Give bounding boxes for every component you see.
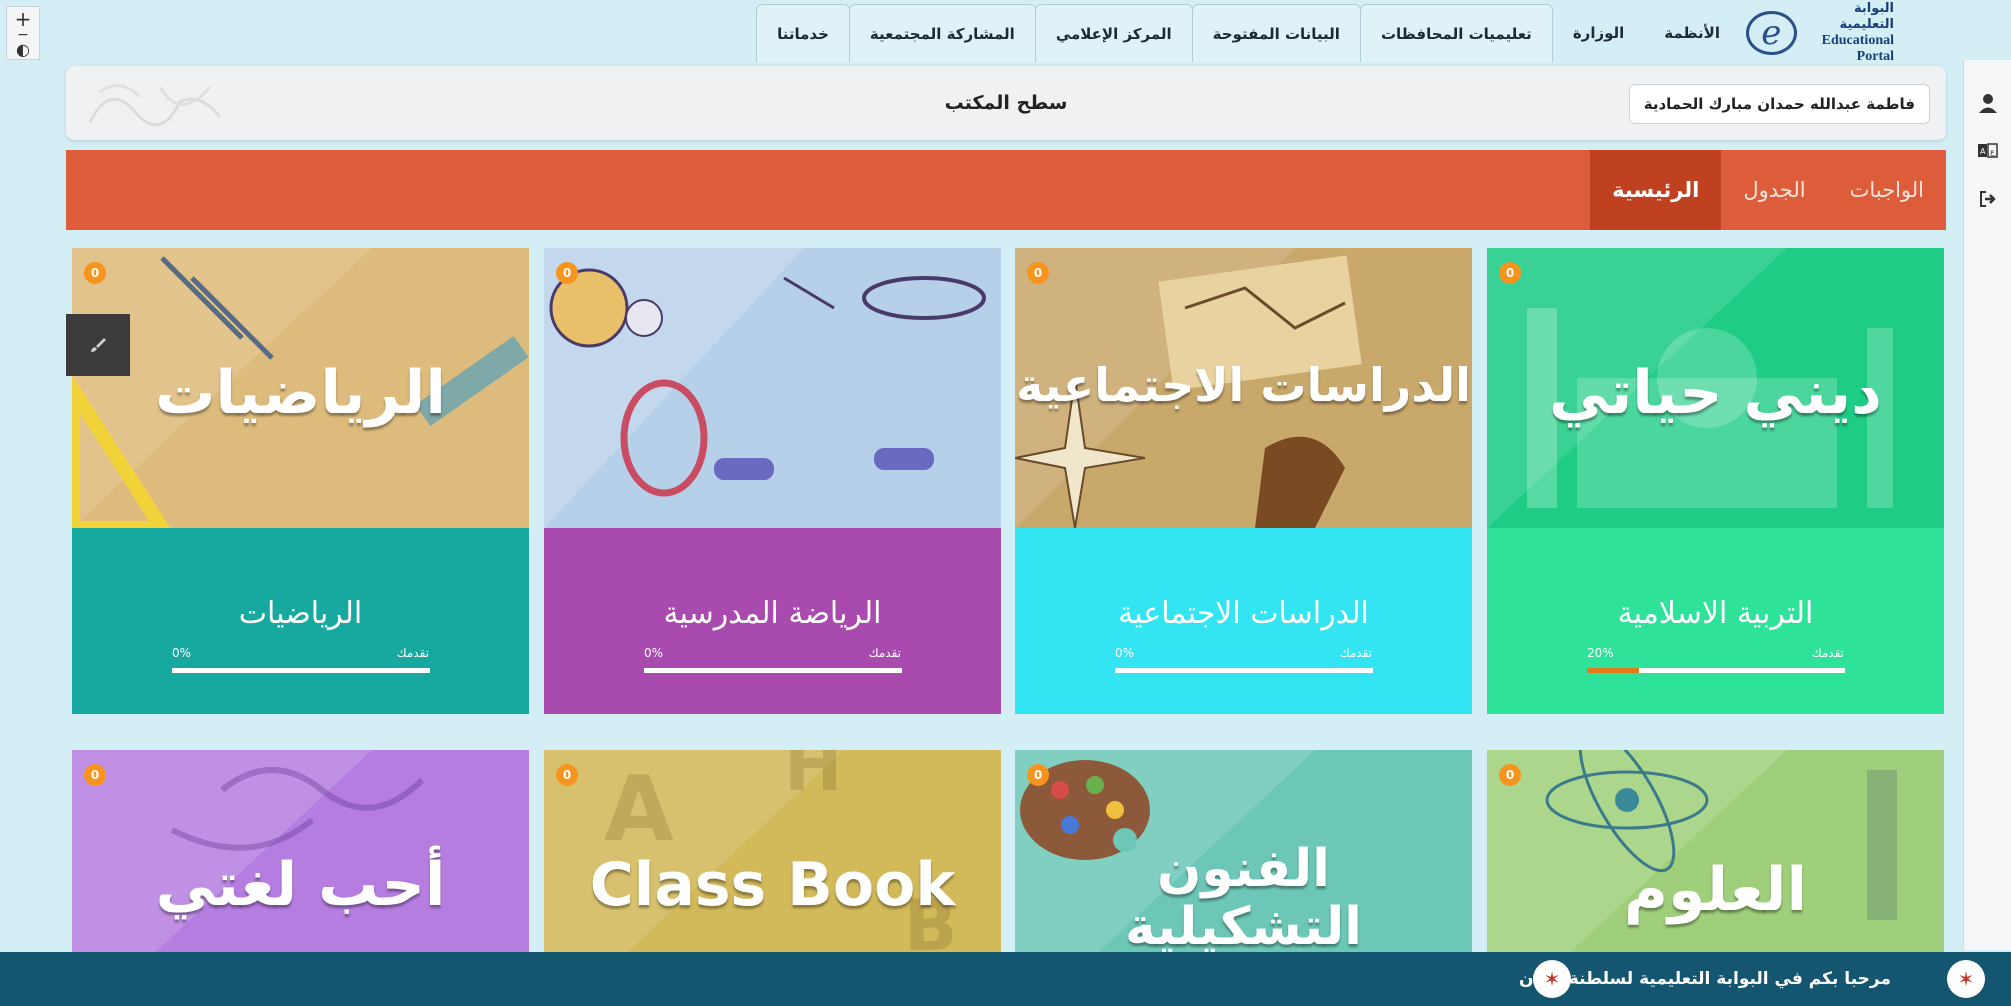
course-card-fine-arts[interactable]: 0 الفنون التشكيلية [1015,750,1472,958]
menu-item-home[interactable]: الرئيسية [1590,150,1722,230]
notification-badge: 0 [84,764,106,786]
progress-bar [644,668,902,673]
course-banner-title: العلوم [1623,855,1808,925]
desktop-header: سطح المكتب فاطمة عبدالله حمدان مبارك الح… [66,66,1946,140]
course-banner-title: الفنون التشكيلية [1125,839,1362,957]
course-banner-title: الدراسات الاجتماعية [1016,358,1471,412]
accessibility-toolbar: + − ◐ [6,6,40,60]
logout-icon[interactable] [1975,186,2001,212]
course-info: الرياضيات [72,528,529,714]
oman-emblem-icon-secondary: ✶ [1533,960,1571,998]
tab-media-center[interactable]: المركز الإعلامي [1034,4,1193,62]
courses-grid: 0 ديني حياتي التربية الاسلامية تقدمك 20%… [72,248,1947,958]
language-icon[interactable]: Aع [1975,138,2001,164]
progress-fill [1587,668,1639,673]
course-name: الدراسات الاجتماعية [1118,596,1369,631]
user-name-field[interactable]: فاطمة عبدالله حمدان مبارك الحمادية [1628,84,1930,124]
progress-label: تقدمك [1811,646,1844,660]
progress-bar [172,668,430,673]
nav-tabs: البوابة التعليمية Educational Portal e ا… [756,1,1900,65]
theme-brush-button[interactable] [66,314,130,376]
logo-text: البوابة التعليمية Educational Portal [1801,1,1894,65]
course-info: الدراسات الاجتماعية [1015,528,1472,714]
logo-e-icon: e [1746,11,1797,55]
logo-arabic: البوابة التعليمية [1839,1,1894,32]
tab-governorates[interactable]: تعليميات المحافظات [1359,4,1553,62]
course-image: 0 العلوم [1487,750,1944,958]
oman-emblem-icon: ✶ [1947,960,1985,998]
course-card-science[interactable]: 0 العلوم [1487,750,1944,958]
contrast-icon[interactable]: ◐ [16,40,30,59]
progress-label: تقدمك [396,646,429,660]
main-menu: الرئيسية الجدول الواجبات [66,150,1946,230]
course-card-school-sports[interactable]: 0 الرياضة المدرسية تقدمك 0% [544,248,1001,714]
course-image: 0 الفنون التشكيلية [1015,750,1472,958]
course-info: التربية الاسلامية [1487,528,1944,714]
progress-percent: 0% [1115,646,1135,660]
course-banner-title: Class Book [589,850,956,920]
course-banner-title: الرياضيات [155,358,446,428]
course-image: 0 أحب لغتي [72,750,529,958]
progress-label: تقدمك [1339,646,1372,660]
progress-percent: 0% [644,646,664,660]
tab-community[interactable]: المشاركة المجتمعية [848,4,1036,62]
zoom-out-icon[interactable]: − [17,28,29,42]
course-banner-title: أحب لغتي [155,850,446,920]
notification-badge: 0 [1499,262,1521,284]
course-image: 0 الرياضيات [72,248,529,528]
right-sidebar: Aع [1963,60,2011,950]
tab-services[interactable]: خدماتنا [756,4,850,62]
svg-text:ع: ع [1990,147,1995,156]
tab-ministry[interactable]: الوزارة [1553,4,1644,62]
course-card-my-language[interactable]: 0 أحب لغتي [72,750,529,958]
course-image: 0 ديني حياتي [1487,248,1944,528]
logo-english: Educational Portal [1821,33,1894,64]
progress-percent: 20% [1587,646,1614,660]
svg-text:A: A [604,757,674,862]
tab-open-data[interactable]: البيانات المفتوحة [1191,4,1361,62]
progress-bar [1587,668,1845,673]
progress-label: تقدمك [868,646,901,660]
menu-item-homework[interactable]: الواجبات [1828,150,1946,230]
course-image: 0 الدراسات الاجتماعية [1015,248,1472,528]
course-image: 0 [544,248,1001,528]
course-image: AHB 0 Class Book [544,750,1001,958]
notification-badge: 0 [1027,764,1049,786]
footer-bar: ✶ مرحبا بكم في البوابة التعليمية لسلطنة … [0,952,2011,1006]
progress-bar [1115,668,1373,673]
tab-systems[interactable]: الأنظمة [1644,4,1740,62]
course-banner-title: ديني حياتي [1549,358,1882,428]
course-card-islamic[interactable]: 0 ديني حياتي التربية الاسلامية تقدمك 20% [1487,248,1944,714]
brush-icon [91,338,106,352]
menu-items: الرئيسية الجدول الواجبات [1590,150,1946,230]
user-icon[interactable] [1975,90,2001,116]
notification-badge: 0 [1499,764,1521,786]
course-name: التربية الاسلامية [1617,596,1814,631]
progress-percent: 0% [172,646,192,660]
course-name: الرياضة المدرسية [663,596,882,631]
notification-badge: 0 [556,262,578,284]
notification-badge: 0 [84,262,106,284]
course-name: الرياضيات [238,596,363,631]
svg-text:H: H [784,750,843,807]
notification-badge: 0 [556,764,578,786]
course-info: الرياضة المدرسية [544,528,1001,714]
menu-item-schedule[interactable]: الجدول [1721,150,1827,230]
course-card-math[interactable]: 0 الرياضيات الرياضيات تقدمك 0% [72,248,529,714]
portal-logo[interactable]: البوابة التعليمية Educational Portal e [1740,1,1900,65]
notification-badge: 0 [1027,262,1049,284]
svg-text:A: A [1980,147,1986,156]
top-navigation: البوابة التعليمية Educational Portal e ا… [60,0,1960,65]
course-card-class-book[interactable]: AHB 0 Class Book [544,750,1001,958]
course-card-social-studies[interactable]: 0 الدراسات الاجتماعية الدراسات الاجتماعي… [1015,248,1472,714]
footer-welcome-text: مرحبا بكم في البوابة التعليمية لسلطنة عم… [1518,969,1891,989]
